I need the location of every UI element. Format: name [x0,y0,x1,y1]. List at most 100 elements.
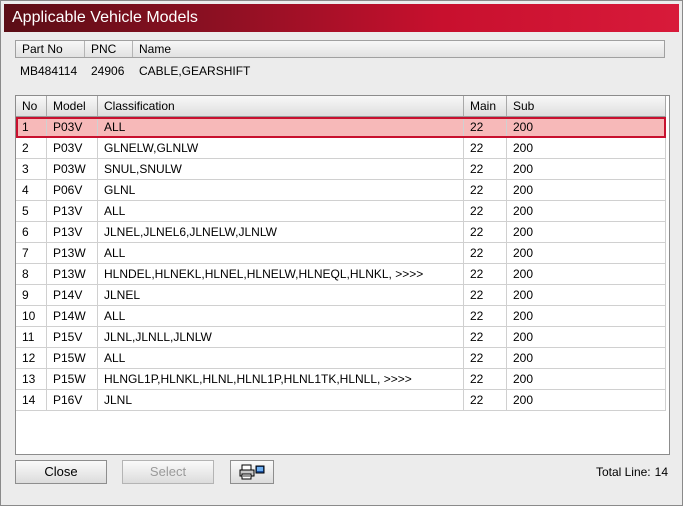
row-model: P03V [47,117,98,137]
row-sub: 200 [507,180,666,200]
row-sub: 200 [507,117,666,137]
vehicle-models-grid[interactable]: No Model Classification Main Sub 1 P03V AL… [15,95,670,455]
row-main: 22 [464,369,507,389]
row-main: 22 [464,222,507,242]
row-sub: 200 [507,306,666,326]
print-button[interactable] [230,460,274,484]
row-no: 14 [16,390,47,410]
row-sub: 200 [507,390,666,410]
row-sub: 200 [507,138,666,158]
row-main: 22 [464,180,507,200]
row-no: 12 [16,348,47,368]
row-model: P06V [47,180,98,200]
row-classification: ALL [98,117,464,137]
row-main: 22 [464,306,507,326]
row-classification: SNUL,SNULW [98,159,464,179]
row-model: P03V [47,138,98,158]
row-sub: 200 [507,201,666,221]
row-classification: ALL [98,348,464,368]
row-main: 22 [464,243,507,263]
row-no: 6 [16,222,47,242]
row-sub: 200 [507,159,666,179]
table-row[interactable]: 6 P13V JLNEL,JLNEL6,JLNELW,JLNLW 22 200 [16,222,666,243]
row-main: 22 [464,138,507,158]
row-model: P15V [47,327,98,347]
row-model: P14W [47,306,98,326]
row-classification: JLNL [98,390,464,410]
column-header-main[interactable]: Main [464,96,507,116]
part-no-value: MB484114 [20,64,78,78]
row-classification: JLNEL,JLNEL6,JLNELW,JLNLW [98,222,464,242]
table-row[interactable]: 7 P13W ALL 22 200 [16,243,666,264]
row-sub: 200 [507,348,666,368]
table-row[interactable]: 8 P13W HLNDEL,HLNEKL,HLNEL,HLNELW,HLNEQL,H… [16,264,666,285]
grid-header: No Model Classification Main Sub [16,96,666,117]
table-row[interactable]: 3 P03W SNUL,SNULW 22 200 [16,159,666,180]
table-row[interactable]: 11 P15V JLNL,JLNLL,JLNLW 22 200 [16,327,666,348]
row-sub: 200 [507,285,666,305]
row-model: P16V [47,390,98,410]
column-header-no[interactable]: No [16,96,47,116]
grid-body: 1 P03V ALL 22 200 2 P03V GLNELW,GLNLW 22 200 3 P03W… [16,117,669,411]
table-row[interactable]: 4 P06V GLNL 22 200 [16,180,666,201]
row-sub: 200 [507,264,666,284]
name-header: Name [139,42,172,56]
table-row[interactable]: 2 P03V GLNELW,GLNLW 22 200 [16,138,666,159]
row-classification: ALL [98,201,464,221]
column-header-sub[interactable]: Sub [507,96,666,116]
row-classification: HLNDEL,HLNEKL,HLNEL,HLNELW,HLNEQL,HLNKL,… [98,264,464,284]
pnc-value: 24906 [91,64,125,78]
row-classification: JLNEL [98,285,464,305]
total-line-value: 14 [654,465,668,479]
applicable-vehicle-models-window: Applicable Vehicle Models Part No PNC Na… [0,0,683,506]
row-main: 22 [464,327,507,347]
table-row[interactable]: 12 P15W ALL 22 200 [16,348,666,369]
table-row[interactable]: 10 P14W ALL 22 200 [16,306,666,327]
row-sub: 200 [507,327,666,347]
row-no: 3 [16,159,47,179]
table-row[interactable]: 13 P15W HLNGL1P,HLNKL,HLNL,HLNL1P,HLNL1TK,… [16,369,666,390]
table-row[interactable]: 14 P16V JLNL 22 200 [16,390,666,411]
row-model: P15W [47,348,98,368]
total-line-label: Total Line: [595,465,651,479]
table-row[interactable]: 5 P13V ALL 22 200 [16,201,666,222]
row-main: 22 [464,159,507,179]
row-model: P13W [47,243,98,263]
row-no: 4 [16,180,47,200]
row-main: 22 [464,348,507,368]
row-classification: GLNL [98,180,464,200]
close-button[interactable]: Close [15,460,107,484]
row-main: 22 [464,117,507,137]
row-sub: 200 [507,369,666,389]
row-no: 13 [16,369,47,389]
row-no: 7 [16,243,47,263]
row-no: 5 [16,201,47,221]
select-button[interactable]: Select [122,460,214,484]
row-no: 9 [16,285,47,305]
column-header-model[interactable]: Model [47,96,98,116]
window-title: Applicable Vehicle Models [4,4,679,32]
row-no: 10 [16,306,47,326]
part-info-header: Part No PNC Name [15,40,665,58]
row-classification: GLNELW,GLNLW [98,138,464,158]
row-no: 2 [16,138,47,158]
row-no: 11 [16,327,47,347]
row-model: P03W [47,159,98,179]
row-classification: JLNL,JLNLL,JLNLW [98,327,464,347]
table-row[interactable]: 1 P03V ALL 22 200 [16,117,666,138]
printer-icon [239,464,265,487]
total-line: Total Line: 14 [596,464,668,480]
row-model: P15W [47,369,98,389]
row-model: P13V [47,222,98,242]
row-classification: HLNGL1P,HLNKL,HLNL,HLNL1P,HLNL1TK,HLNLL,… [98,369,464,389]
row-main: 22 [464,285,507,305]
row-model: P14V [47,285,98,305]
row-classification: ALL [98,306,464,326]
row-no: 8 [16,264,47,284]
row-sub: 200 [507,243,666,263]
row-main: 22 [464,201,507,221]
table-row[interactable]: 9 P14V JLNEL 22 200 [16,285,666,306]
row-no: 1 [16,117,47,137]
pnc-header: PNC [85,41,133,57]
column-header-classification[interactable]: Classification [98,96,464,116]
